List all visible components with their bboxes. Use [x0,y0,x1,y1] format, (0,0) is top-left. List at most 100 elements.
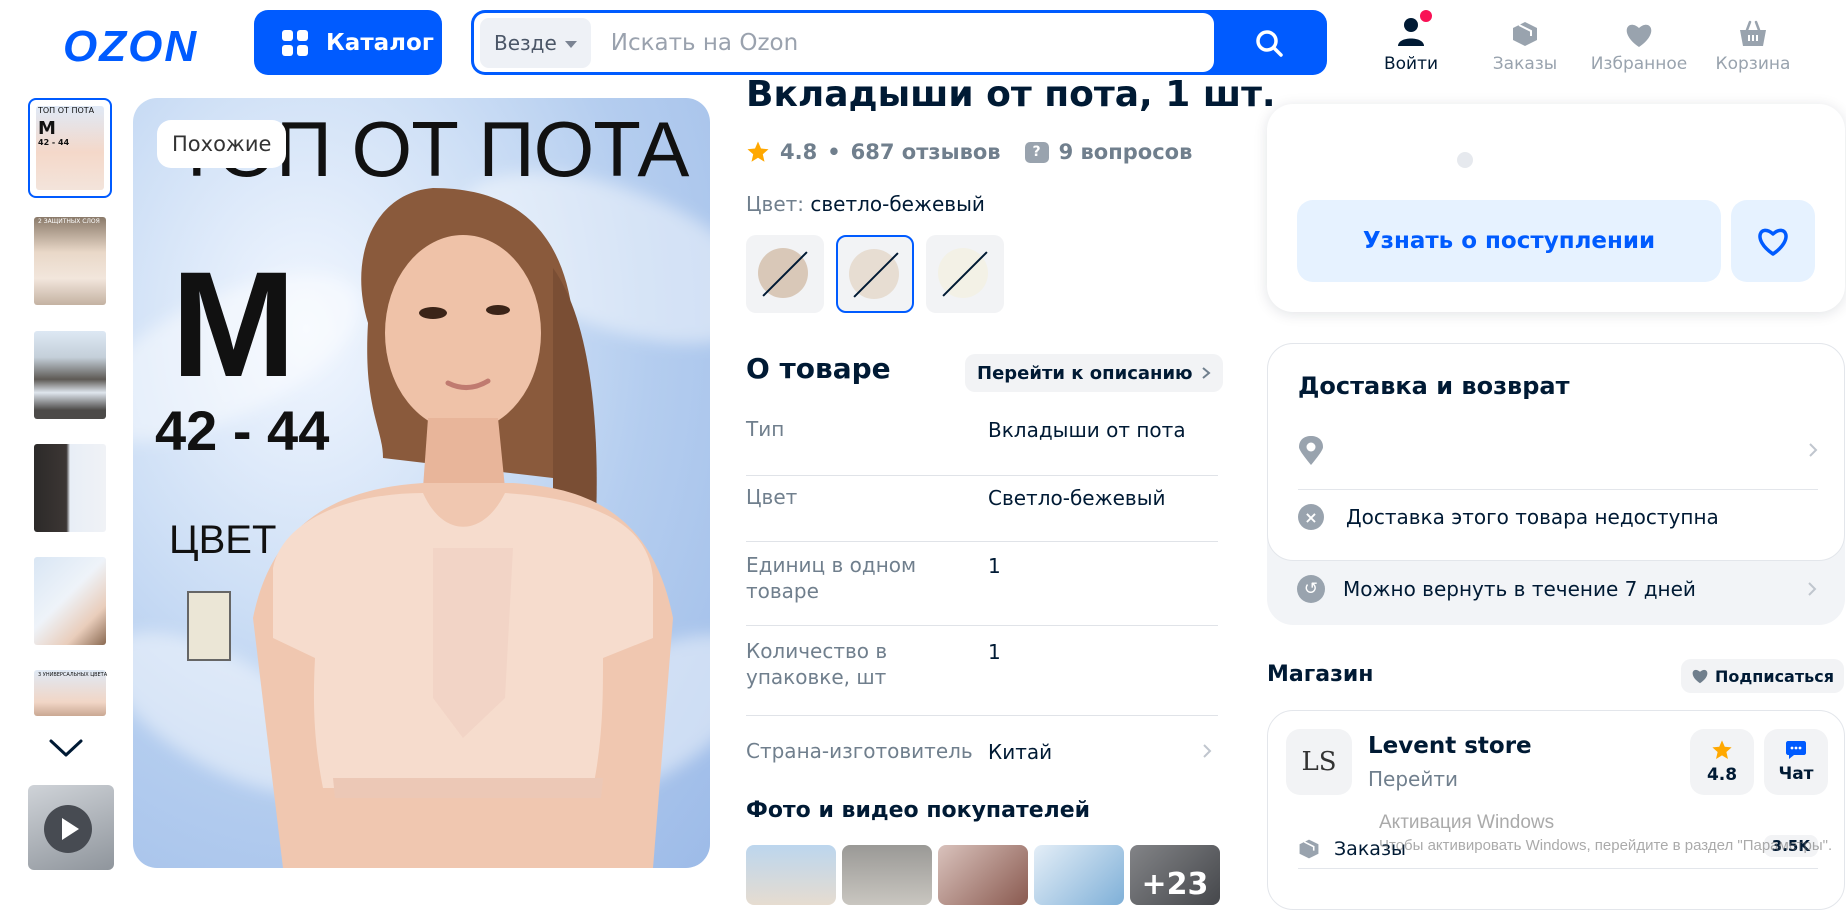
rating-value: 4.8 [780,140,818,164]
image-color-label: ЦВЕТ [169,518,277,562]
search-button[interactable] [1214,13,1324,72]
image-size-range: 42 - 44 [155,399,330,462]
color-swatch[interactable] [746,235,824,313]
customer-photo[interactable] [938,845,1028,905]
property-key: Цвет [746,485,798,509]
shop-heading: Магазин [1267,662,1374,687]
star-icon [747,141,769,162]
property-key: Тип [746,417,785,441]
photos-more-count: +23 [1130,845,1220,905]
nav-orders[interactable]: Заказы [1470,14,1580,74]
shop-logo[interactable]: LS [1286,729,1352,795]
cart-icon [1740,20,1766,46]
rating-row: 4.8 • 687 отзывов ? 9 вопросов [746,140,1192,164]
windows-activation-watermark: Активация Windows Чтобы активировать Win… [1379,812,1832,854]
return-icon: ↺ [1297,575,1325,603]
nav-cart[interactable]: Корзина [1698,14,1808,74]
shop-chat-label: Чат [1778,764,1814,784]
about-heading: О товаре [746,352,891,385]
color-value: светло-бежевый [810,192,985,216]
goto-description-button[interactable]: Перейти к описанию [965,354,1223,392]
search-input[interactable] [590,29,1214,56]
delivery-unavailable-text: Доставка этого товара недоступна [1346,505,1719,529]
delivery-address-row[interactable] [1298,424,1818,490]
similar-button[interactable]: Похожие [157,120,287,168]
heart-icon [1692,669,1708,684]
return-policy-row[interactable]: ↺ Можно вернуть в течение 7 дней [1297,575,1817,603]
delivery-heading: Доставка и возврат [1298,372,1570,400]
customer-photo[interactable] [746,845,836,905]
questions-link[interactable]: 9 вопросов [1059,140,1193,164]
watermark-line-2: Чтобы активировать Windows, перейдите в … [1379,837,1833,854]
video-thumbnail[interactable] [28,785,114,870]
main-product-image[interactable]: ТОП ОТ ПОТА M 42 - 44 ЦВЕТ Похожие [133,98,710,868]
subscribe-button[interactable]: Подписаться [1681,659,1844,693]
search-bar: Везде [471,10,1327,75]
search-scope-value: Везде [494,30,557,55]
thumbnail-6[interactable]: 3 УНИВЕРСАЛЬНЫХ ЦВЕТА [28,664,112,722]
close-circle-icon: × [1298,504,1324,530]
box-icon [1299,839,1319,858]
nav-login-label: Войти [1383,54,1439,74]
goto-description-label: Перейти к описанию [977,362,1193,384]
nav-favorites[interactable]: Избранное [1584,14,1694,74]
thumbnail-4[interactable] [28,438,112,538]
shop-card: LS Levent store Перейти 4.8 Чат Заказы 3… [1267,710,1845,910]
customer-photos-strip: +23 [746,845,1220,905]
property-value: 1 [988,640,1001,664]
customer-photo[interactable] [1034,845,1124,905]
rating-separator: • [827,140,841,164]
property-value: 1 [988,554,1001,578]
grid-icon [282,29,308,56]
shop-rating-value: 4.8 [1706,765,1738,785]
property-row: Единиц в одном товаре 1 [746,542,1218,626]
color-swatches [746,235,1004,313]
question-icon: ? [1024,141,1049,163]
image-size-letter: M [171,240,296,408]
box-icon [1513,22,1537,46]
notification-dot [1420,10,1432,22]
reviews-link[interactable]: 687 отзывов [851,140,1001,164]
shop-chat-button[interactable]: Чат [1764,729,1828,795]
color-swatch[interactable] [836,235,914,313]
property-key: Количество в упаковке, шт [746,639,888,689]
location-pin-icon [1299,436,1323,465]
property-row: Тип Вкладыши от пота [746,416,1218,476]
thumbnail-3[interactable] [28,325,112,425]
property-key: Единиц в одном товаре [746,553,917,603]
nav-login[interactable]: Войти [1356,10,1466,74]
star-icon [1712,740,1732,759]
shop-name[interactable]: Levent store [1368,733,1532,759]
heart-outline-icon [1758,228,1788,256]
thumbnail-text: M [38,118,56,139]
customer-photo[interactable] [842,845,932,905]
return-policy-text: Можно вернуть в течение 7 дней [1343,577,1696,601]
notify-availability-button[interactable]: Узнать о поступлении [1297,200,1721,282]
shop-go-link[interactable]: Перейти [1368,767,1458,791]
property-row-country[interactable]: Страна-изготовитель Китай [746,716,1218,782]
nav-cart-label: Корзина [1715,54,1791,74]
thumbnail-5[interactable] [28,551,112,651]
thumbnails-scroll-down[interactable] [48,738,84,762]
thumbnail-1[interactable]: ТОП ОТ ПОТА M 42 - 44 [28,98,112,198]
search-scope-select[interactable]: Везде [480,17,591,68]
delivery-card: Доставка и возврат × Доставка этого това… [1267,343,1845,625]
customer-photos-heading: Фото и видео покупателей [746,798,1091,823]
shop-rating-button[interactable]: 4.8 [1690,729,1754,795]
info-icon[interactable] [1457,152,1473,168]
catalog-button[interactable]: Каталог [254,10,442,75]
subscribe-label: Подписаться [1715,666,1834,686]
product-title: Вкладыши от пота, 1 шт. [746,74,1276,115]
heart-icon [1626,24,1652,47]
search-icon [1256,29,1283,57]
chevron-down-icon [564,40,577,48]
chevron-right-icon [1808,582,1817,596]
add-to-favorites-button[interactable] [1731,200,1815,282]
thumbnail-text: ТОП ОТ ПОТА [38,106,95,115]
color-swatch[interactable] [926,235,1004,313]
property-value: Вкладыши от пота [988,418,1186,442]
chevron-right-icon [1201,367,1211,379]
ozon-logo[interactable]: OZON [63,22,198,72]
thumbnail-2[interactable]: 2 ЗАЩИТНЫХ СЛОЯ [28,211,112,311]
customer-photos-more[interactable]: +23 [1130,845,1220,905]
